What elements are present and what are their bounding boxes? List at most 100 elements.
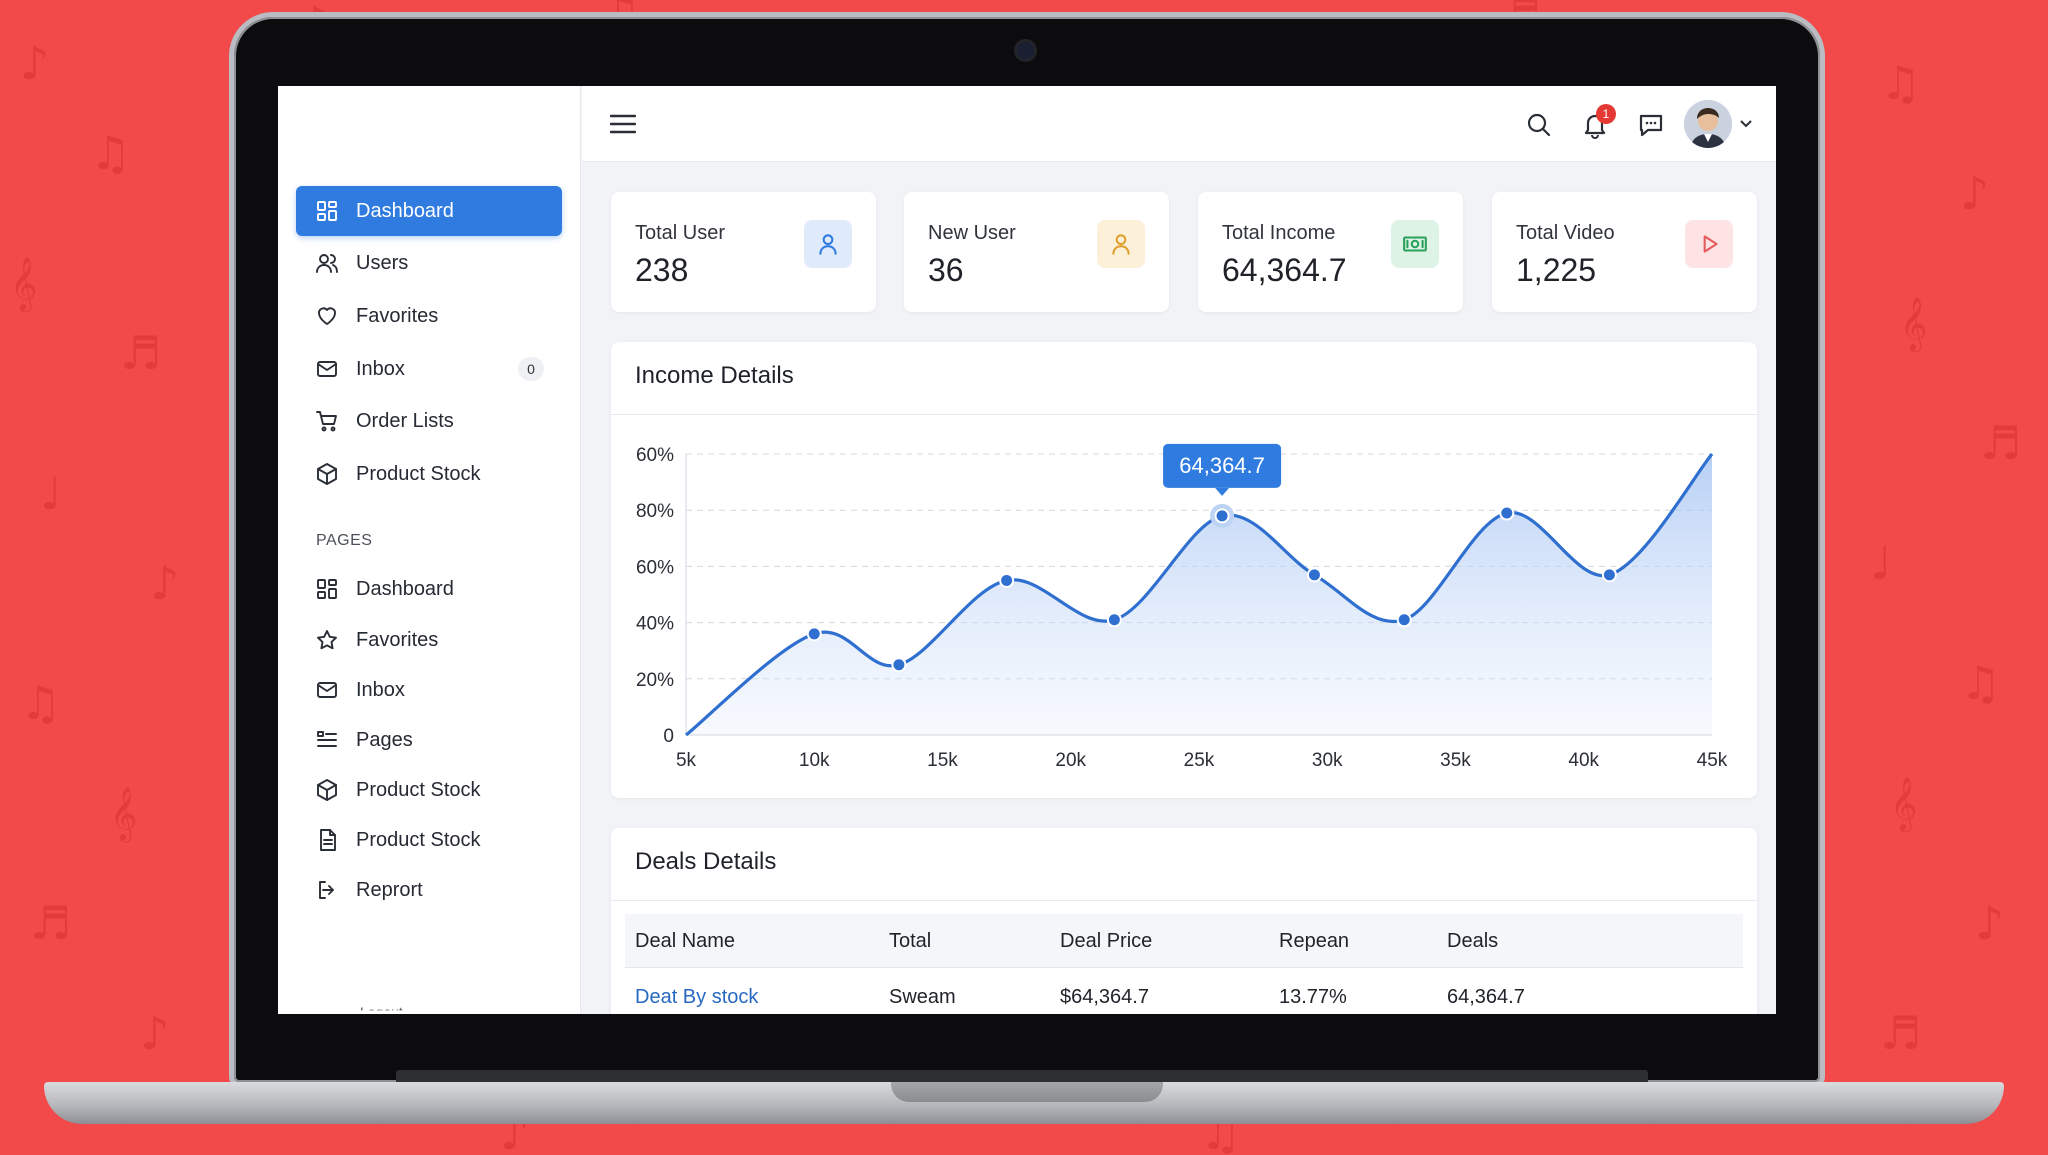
sidebar-item-label: Inbox — [356, 357, 405, 380]
users-icon — [314, 250, 340, 276]
stat-label: New User — [928, 222, 1016, 244]
stat-value: 238 — [635, 252, 689, 288]
stat-value: 64,364.7 — [1222, 252, 1347, 288]
data-point[interactable] — [891, 657, 907, 673]
deals-details-panel: Deals Details Deal Name Total Deal Price Re… — [611, 828, 1757, 1014]
inbox-count-badge: 0 — [518, 357, 544, 381]
pages-item-dashboard[interactable]: Dashboard — [296, 564, 562, 614]
user-avatar[interactable] — [1684, 100, 1732, 148]
y-tick-label: 60% — [636, 557, 674, 578]
logout-label[interactable]: Logout — [360, 1004, 403, 1010]
column-header-deal-price[interactable]: Deal Price — [1060, 930, 1152, 953]
x-tick-label: 5k — [676, 750, 697, 771]
stat-card-total-income[interactable]: Total Income 64,364.7 — [1198, 192, 1463, 312]
sidebar-item-inbox[interactable]: Inbox 0 — [296, 344, 562, 394]
laptop-notch — [891, 1082, 1163, 1102]
grid-icon — [314, 198, 340, 224]
data-point[interactable] — [999, 572, 1015, 588]
data-point[interactable] — [1601, 567, 1617, 583]
user-icon — [1097, 220, 1145, 268]
x-tick-label: 20k — [1055, 750, 1086, 771]
data-point[interactable] — [1106, 612, 1122, 628]
x-tick-label: 25k — [1184, 750, 1215, 771]
income-area-chart: 0 20% 40% 60% 80% 60% 5k 10k 15k 20k 25k 30k 35k 40k 4… — [636, 443, 1728, 771]
sidebar-item-product-stock[interactable]: Product Stock — [296, 449, 562, 499]
mail-icon — [314, 677, 340, 703]
tooltip-arrow — [1215, 487, 1230, 496]
notification-count-badge: 1 — [1596, 104, 1616, 124]
sidebar-item-favorites[interactable]: Favorites — [296, 291, 562, 341]
sidebar-item-order-lists[interactable]: Order Lists — [296, 396, 562, 446]
chevron-down-icon[interactable] — [1738, 116, 1754, 132]
star-icon — [314, 627, 340, 653]
pages-item-favorites[interactable]: Favorites — [296, 615, 562, 665]
sidebar-item-label: Order Lists — [356, 409, 454, 432]
mail-icon — [314, 356, 340, 382]
sidebar-item-label: Reprort — [356, 878, 423, 901]
column-header-total[interactable]: Total — [889, 930, 931, 953]
sidebar: Dashboard Users Favorites Inbox 0 Order Lists… — [278, 86, 581, 1014]
x-tick-label: 40k — [1568, 750, 1599, 771]
table-cell: 64,364.7 — [1447, 986, 1525, 1008]
pages-item-pages[interactable]: Pages — [296, 715, 562, 765]
table-cell: $64,364.7 — [1060, 986, 1149, 1008]
sidebar-item-label: Favorites — [356, 304, 439, 327]
hamburger-menu-icon[interactable] — [608, 110, 638, 138]
stat-card-total-user[interactable]: Total User 238 — [611, 192, 876, 312]
deal-name-link[interactable]: Deat By stock — [635, 986, 758, 1009]
logout-icon — [314, 877, 340, 903]
x-tick-label: 10k — [799, 750, 830, 771]
y-tick-label: 0 — [663, 726, 674, 747]
income-details-panel: Income Details 0 20% 40% 60% 80% 60% 5k 10k 15k 2… — [611, 342, 1757, 798]
data-point[interactable] — [806, 626, 822, 642]
y-tick-label: 20% — [636, 670, 674, 691]
sidebar-item-label: Product Stock — [356, 828, 481, 851]
sidebar-item-label: Pages — [356, 728, 413, 751]
sidebar-item-label: Inbox — [356, 678, 405, 701]
y-tick-label: 80% — [636, 501, 674, 522]
notification-bell-icon[interactable]: 1 — [1580, 104, 1616, 140]
money-icon — [1391, 220, 1439, 268]
box-icon — [314, 461, 340, 487]
chat-icon[interactable] — [1636, 110, 1666, 140]
x-tick-label: 45k — [1697, 750, 1728, 771]
pages-section-label: PAGES — [316, 532, 373, 549]
table-cell: 13.77% — [1279, 986, 1347, 1008]
webcam-icon — [1017, 42, 1034, 59]
x-tick-label: 15k — [927, 750, 958, 771]
sidebar-item-dashboard[interactable]: Dashboard — [296, 186, 562, 236]
sidebar-item-label: Users — [356, 251, 409, 274]
cart-icon — [314, 408, 340, 434]
stat-card-new-user[interactable]: New User 36 — [904, 192, 1169, 312]
document-icon — [314, 827, 340, 853]
column-header-repean[interactable]: Repean — [1279, 930, 1349, 953]
list-icon — [314, 727, 340, 753]
pages-item-product-stock[interactable]: Product Stock — [296, 765, 562, 815]
play-icon — [1685, 220, 1733, 268]
dashboard-screen: Dashboard Users Favorites Inbox 0 Order Lists… — [278, 86, 1776, 1014]
data-point[interactable] — [1214, 508, 1230, 524]
stat-label: Total User — [635, 222, 726, 244]
data-point[interactable] — [1306, 567, 1322, 583]
column-header-deals[interactable]: Deals — [1447, 930, 1498, 953]
x-tick-label: 35k — [1440, 750, 1471, 771]
box-icon — [314, 777, 340, 803]
deals-details-title: Deals Details — [635, 848, 777, 875]
stat-card-total-video[interactable]: Total Video 1,225 — [1492, 192, 1757, 312]
sidebar-item-label: Dashboard — [356, 577, 454, 600]
tooltip-value: 64,364.7 — [1179, 453, 1265, 478]
data-point[interactable] — [1396, 612, 1412, 628]
pages-item-product-stock[interactable]: Product Stock — [296, 815, 562, 865]
column-header-deal-name[interactable]: Deal Name — [635, 930, 735, 953]
pages-item-inbox[interactable]: Inbox — [296, 665, 562, 715]
sidebar-item-label: Product Stock — [356, 462, 481, 485]
search-icon[interactable] — [1524, 110, 1554, 140]
sidebar-item-users[interactable]: Users — [296, 238, 562, 288]
panel-divider — [611, 900, 1757, 901]
y-tick-label: 60% — [636, 445, 674, 466]
pages-item-reprort[interactable]: Reprort — [296, 865, 562, 915]
data-point[interactable] — [1499, 505, 1515, 521]
y-tick-label: 40% — [636, 614, 674, 635]
user-icon — [804, 220, 852, 268]
income-area-fill — [686, 454, 1712, 735]
